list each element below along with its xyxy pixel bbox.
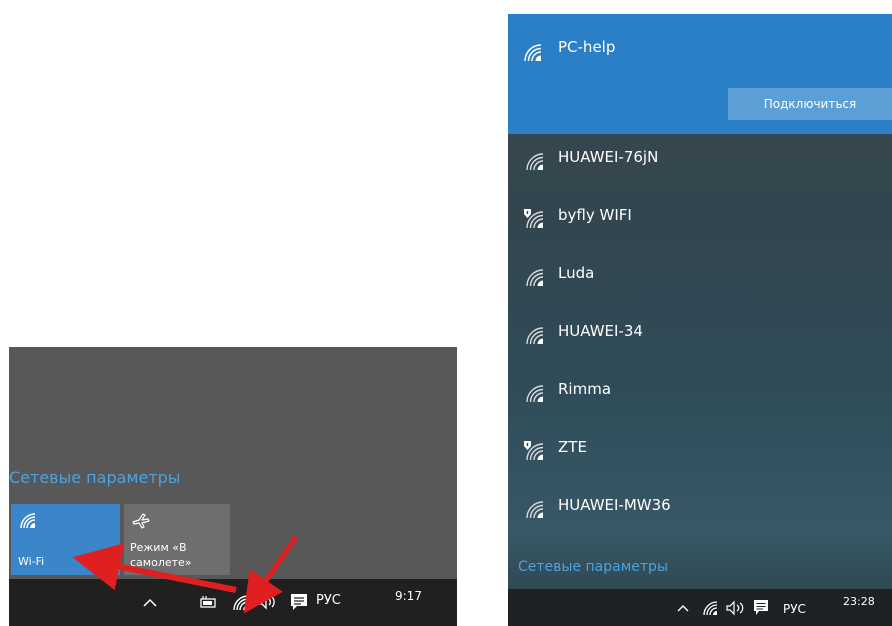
wifi-icon[interactable] xyxy=(231,591,251,613)
language-indicator[interactable]: РУС xyxy=(783,602,806,616)
notification-icon[interactable] xyxy=(753,598,769,617)
network-flyout: PC-help Подключиться HUAWEI-76jN byfly WI… xyxy=(508,14,892,626)
network-item-selected[interactable]: PC-help Подключиться xyxy=(508,14,892,134)
language-indicator[interactable]: РУС xyxy=(316,593,341,608)
wifi-icon xyxy=(526,385,544,403)
network-name: Rimma xyxy=(558,380,612,398)
clock[interactable]: 9:17 xyxy=(395,589,422,603)
battery-plug-icon[interactable] xyxy=(198,591,218,613)
clock[interactable]: 23:28 xyxy=(843,595,875,608)
chevron-up-icon[interactable] xyxy=(142,591,158,613)
taskbar: РУС 23:28 xyxy=(508,589,892,626)
network-name: byfly WIFI xyxy=(558,206,632,224)
wifi-icon xyxy=(20,513,36,529)
wifi-icon xyxy=(526,153,544,171)
chevron-up-icon[interactable] xyxy=(676,599,690,617)
network-item[interactable]: HUAWEI-34 xyxy=(508,308,892,364)
network-item[interactable]: ZTE xyxy=(508,424,892,480)
wifi-secured-icon xyxy=(524,441,544,461)
notification-icon[interactable] xyxy=(290,591,308,613)
network-item[interactable]: Luda xyxy=(508,250,892,306)
network-name: Luda xyxy=(558,264,595,282)
network-item[interactable]: HUAWEI-MW36 xyxy=(508,482,892,538)
network-item[interactable]: Rimma xyxy=(508,366,892,422)
network-name: HUAWEI-34 xyxy=(558,322,643,340)
network-name: HUAWEI-76jN xyxy=(558,148,659,166)
connect-button[interactable]: Подключиться xyxy=(728,88,892,120)
network-name: HUAWEI-MW36 xyxy=(558,496,671,514)
wifi-icon xyxy=(524,44,542,62)
airplane-tile-label: Режим «В самолете» xyxy=(130,541,192,569)
wifi-tile-label: Wi-Fi xyxy=(18,555,45,568)
wifi-icon xyxy=(526,501,544,519)
airplane-mode-tile[interactable]: Режим «В самолете» xyxy=(124,504,230,575)
network-item[interactable]: HUAWEI-76jN xyxy=(508,134,892,190)
wifi-icon xyxy=(526,269,544,287)
network-name: PC-help xyxy=(558,38,616,56)
wifi-icon xyxy=(526,327,544,345)
taskbar: РУС 9:17 xyxy=(9,579,457,626)
wifi-icon[interactable] xyxy=(702,599,720,617)
network-name: ZTE xyxy=(558,438,587,456)
network-item[interactable]: byfly WIFI xyxy=(508,192,892,248)
wifi-tile[interactable]: Wi-Fi xyxy=(11,504,120,575)
volume-icon[interactable] xyxy=(725,599,745,617)
airplane-icon xyxy=(132,513,150,529)
volume-icon[interactable] xyxy=(256,591,278,613)
network-settings-link[interactable]: Сетевые параметры xyxy=(518,559,668,575)
action-center-panel: Сетевые параметры Wi-Fi Режим «В самолет… xyxy=(9,347,457,626)
wifi-secured-icon xyxy=(524,209,544,229)
network-settings-link[interactable]: Сетевые параметры xyxy=(9,468,457,488)
